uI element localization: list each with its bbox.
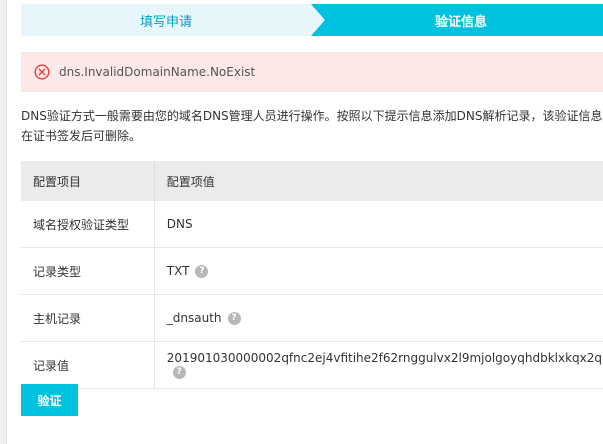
verify-button[interactable]: 验证 — [21, 384, 78, 416]
row-value-text: TXT — [166, 264, 190, 278]
step-label: 验证信息 — [434, 14, 487, 30]
row-value: TXT? — [153, 247, 603, 295]
row-value-text: _dnsauth — [166, 311, 222, 325]
table-row: 主机记录 _dnsauth? — [21, 294, 603, 342]
row-value-text: 201901030000002qfnc2ej4vfitihe2f62rnggul… — [166, 351, 602, 365]
step-fill-application: 填写申请 — [21, 4, 311, 36]
left-border — [0, 0, 7, 444]
table-row: 记录类型 TXT? — [21, 247, 603, 295]
help-icon[interactable]: ? — [172, 366, 186, 379]
step-label: 填写申请 — [139, 14, 192, 30]
error-message: dns.InvalidDomainName.NoExist — [59, 65, 256, 79]
column-header-value: 配置项值 — [153, 161, 603, 201]
row-label: 记录值 — [21, 341, 155, 389]
table-header-row: 配置项目 配置项值 — [21, 161, 603, 201]
row-value: _dnsauth? — [153, 294, 603, 342]
table-row: 记录值 201901030000002qfnc2ej4vfitihe2f62rn… — [21, 341, 603, 389]
help-icon[interactable]: ? — [195, 265, 209, 278]
error-circle-icon — [34, 64, 50, 80]
dns-instructions: DNS验证方式一般需要由您的域名DNS管理人员进行操作。按照以下提示信息添加DN… — [21, 106, 603, 146]
step-verify-info: 验证信息 — [311, 4, 603, 36]
column-header-item: 配置项目 — [21, 161, 155, 201]
help-icon[interactable]: ? — [227, 312, 241, 325]
row-label: 主机记录 — [21, 294, 155, 342]
dns-config-table: 配置项目 配置项值 域名授权验证类型 DNS 记录类型 TXT? 主机记录 _d… — [21, 161, 603, 389]
step-bar: 填写申请 验证信息 — [21, 4, 603, 36]
row-label: 记录类型 — [21, 247, 155, 295]
row-value-text: DNS — [166, 217, 193, 231]
error-alert: dns.InvalidDomainName.NoExist — [21, 52, 603, 92]
row-label: 域名授权验证类型 — [21, 201, 155, 248]
table-row: 域名授权验证类型 DNS — [21, 201, 603, 248]
row-value: DNS — [153, 201, 603, 248]
instructions-line: 在证书签发后可删除。 — [21, 129, 142, 143]
step-arrow — [311, 4, 325, 36]
instructions-line: DNS验证方式一般需要由您的域名DNS管理人员进行操作。按照以下提示信息添加DN… — [21, 109, 603, 123]
row-value: 201901030000002qfnc2ej4vfitihe2f62rnggul… — [153, 341, 603, 389]
